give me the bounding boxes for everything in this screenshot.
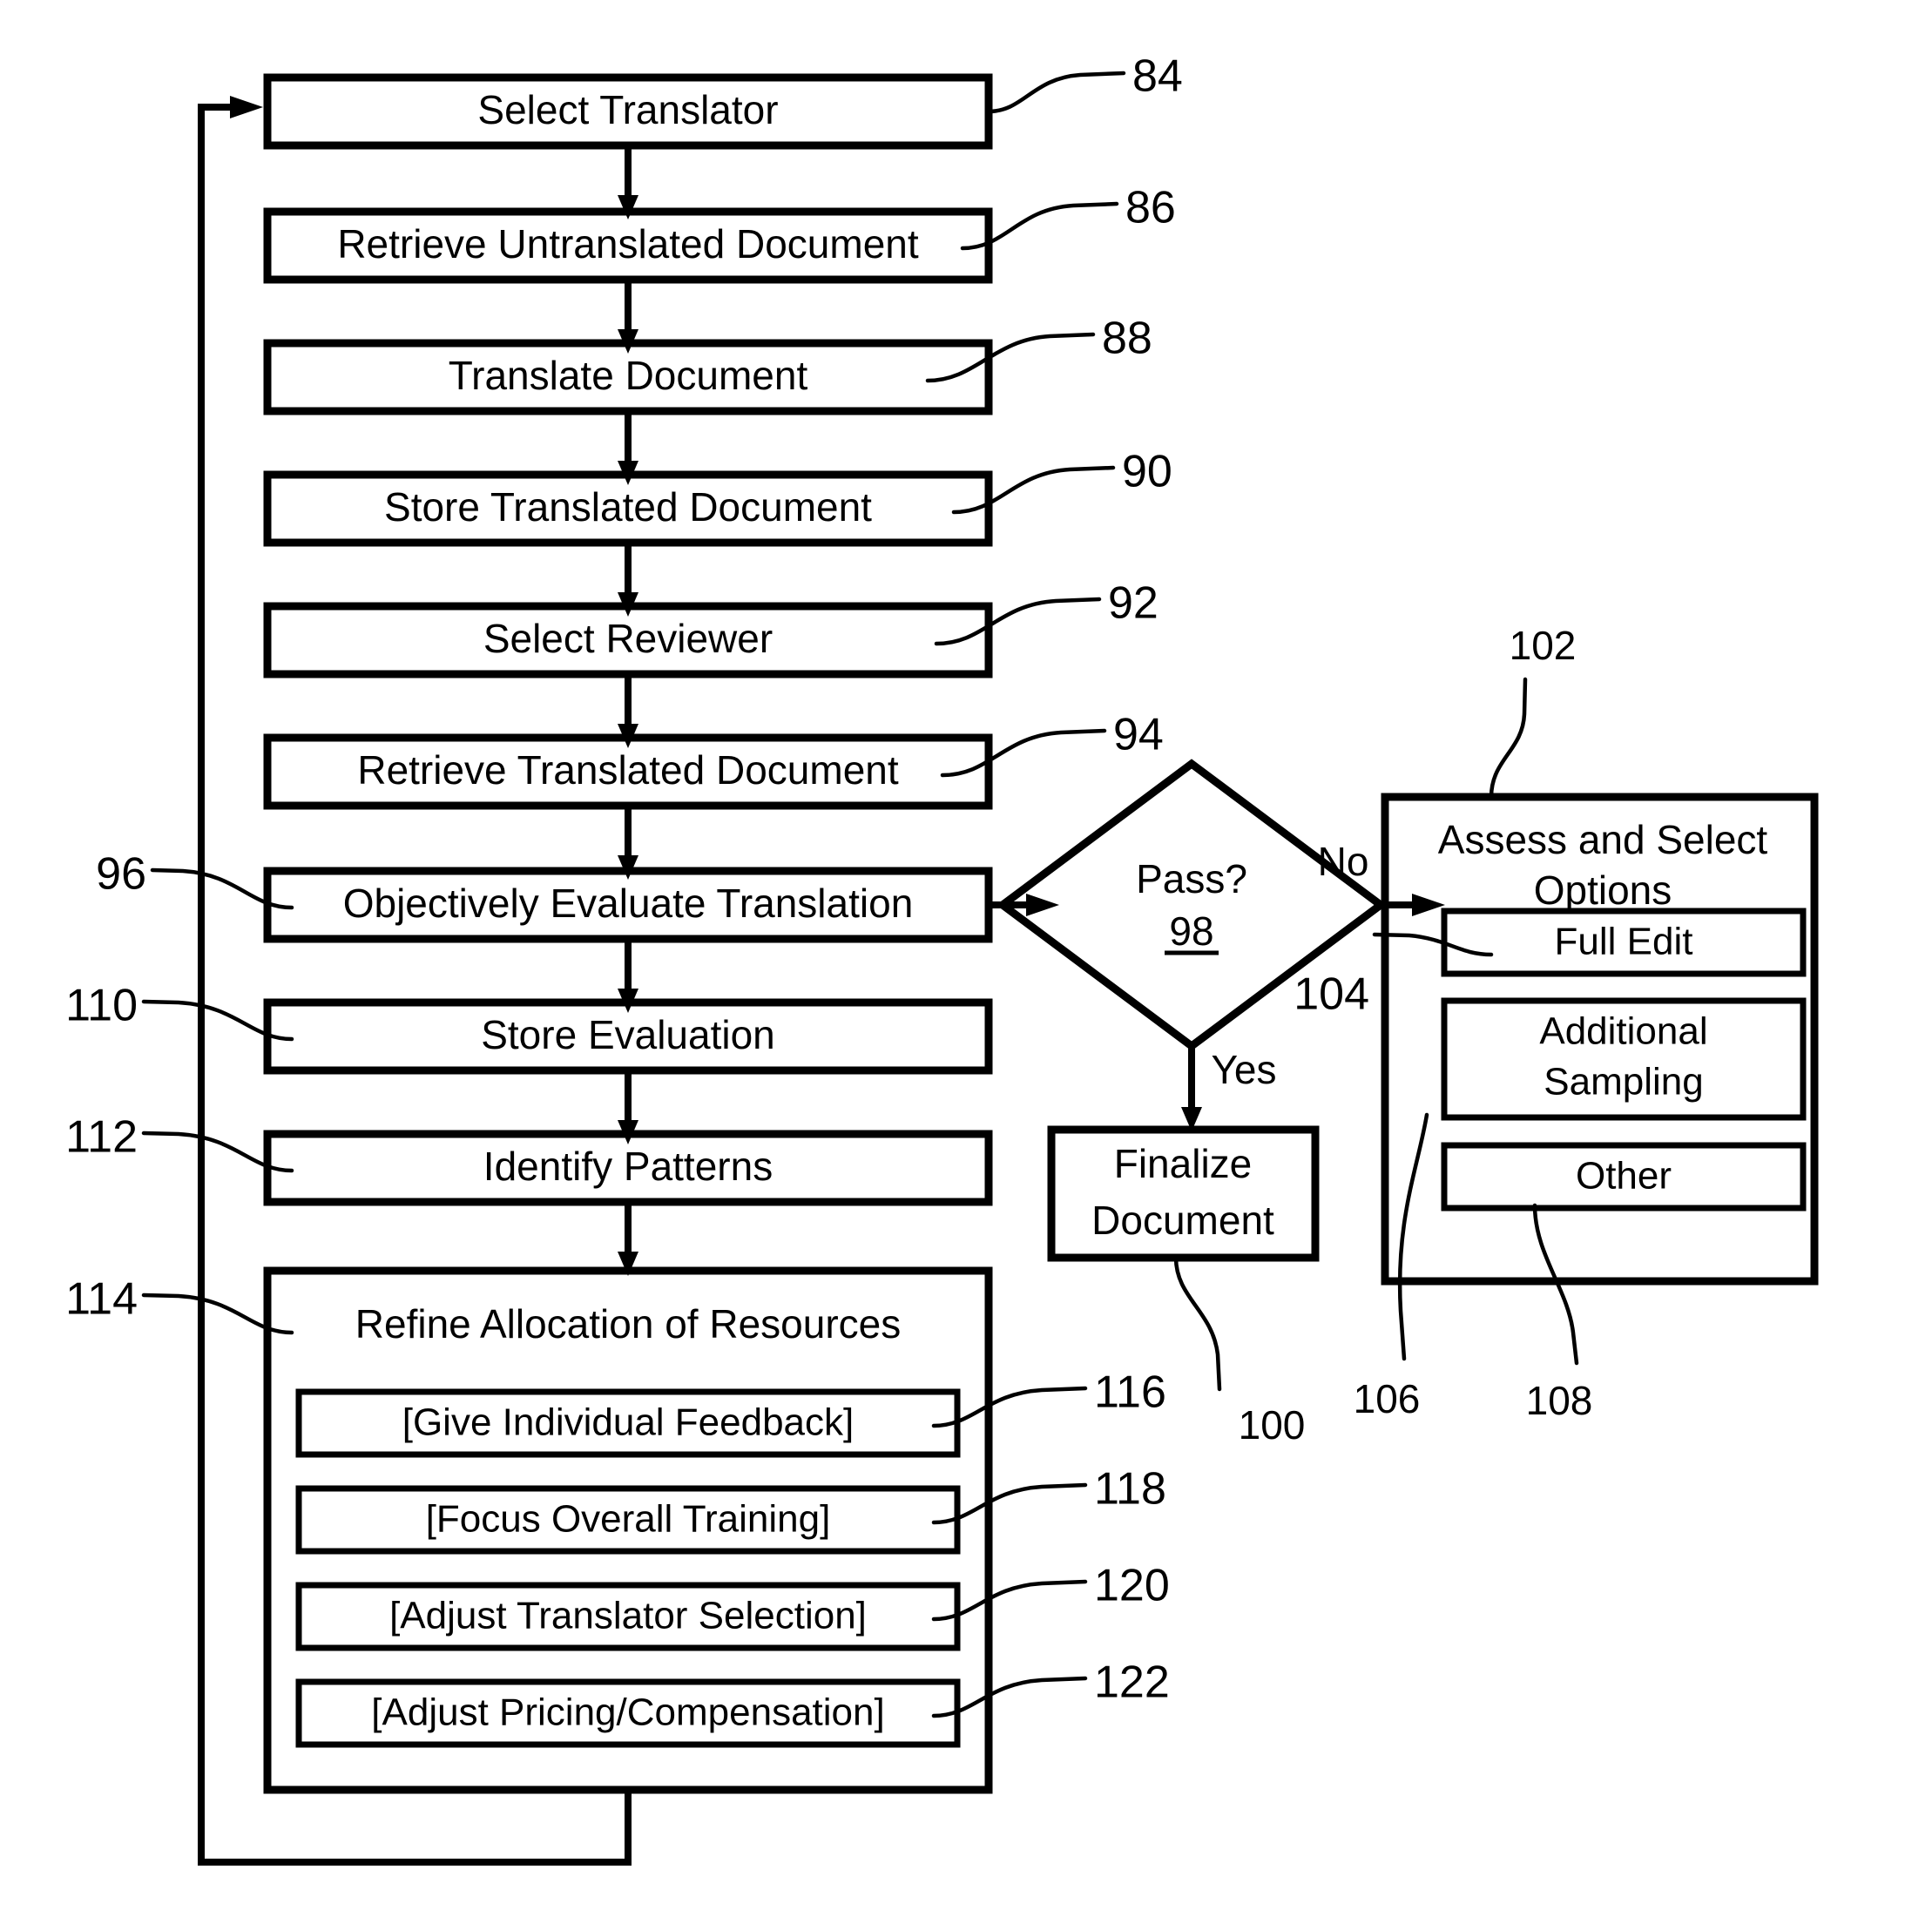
step-label-identify-patterns: Identify Patterns	[483, 1144, 773, 1189]
step-label-select-translator: Select Translator	[477, 87, 778, 132]
decision-no-label: No	[1318, 839, 1369, 884]
ref-number-90: 90	[1122, 447, 1172, 497]
leader-line-106	[1397, 1112, 1429, 1361]
leader-line-100	[1173, 1255, 1222, 1392]
ref-number-120: 120	[1094, 1561, 1170, 1611]
feedback-loop-arrowhead	[230, 96, 263, 118]
finalize-label-line2: Document	[1091, 1198, 1274, 1243]
refine-action-label-adjust-translator: [Adjust Translator Selection]	[389, 1595, 867, 1637]
leader-line-84	[986, 71, 1126, 114]
step-box-select-reviewer[interactable]: Select Reviewer	[263, 602, 993, 678]
ref-number-112: 112	[65, 1112, 138, 1163]
assess-select-options-container[interactable]: Assess and Select Options Full Edit Addi…	[1381, 793, 1819, 1286]
ref-number-100: 100	[1239, 1402, 1306, 1448]
step-box-retrieve-translated[interactable]: Retrieve Translated Document	[263, 733, 993, 810]
decision-ref-98: 98	[1169, 908, 1213, 954]
flowchart-svg: Select Translator Retrieve Untranslated …	[65, 51, 1819, 1866]
ref-number-94: 94	[1113, 710, 1164, 760]
assess-option-other[interactable]: Other	[1441, 1142, 1807, 1212]
arrowhead-no-branch	[1412, 894, 1445, 916]
step-label-objectively-evaluate: Objectively Evaluate Translation	[343, 881, 914, 926]
step-box-select-translator[interactable]: Select Translator	[263, 73, 993, 150]
flowchart-page: Select Translator Retrieve Untranslated …	[0, 0, 1932, 1917]
refine-action-label-adjust-pricing: [Adjust Pricing/Compensation]	[371, 1691, 884, 1734]
ref-number-88: 88	[1102, 314, 1152, 364]
refine-action-adjust-pricing[interactable]: [Adjust Pricing/Compensation]	[295, 1678, 961, 1748]
refine-allocation-container[interactable]: Refine Allocation of Resources [Give Ind…	[263, 1266, 993, 1794]
assess-option-additional-sampling[interactable]: Additional Sampling	[1441, 997, 1807, 1121]
decision-yes-label: Yes	[1211, 1047, 1276, 1092]
assess-option-full-edit[interactable]: Full Edit	[1441, 908, 1807, 977]
ref-number-114: 114	[65, 1274, 138, 1325]
leader-line-104	[1372, 932, 1494, 957]
assess-option-label-additional: Additional	[1539, 1010, 1707, 1053]
ref-number-92: 92	[1108, 578, 1159, 629]
assess-title-line2: Options	[1534, 867, 1672, 913]
ref-number-122: 122	[1094, 1657, 1170, 1708]
assess-option-label-full-edit: Full Edit	[1555, 921, 1693, 963]
refine-action-adjust-translator[interactable]: [Adjust Translator Selection]	[295, 1582, 961, 1651]
assess-option-label-other: Other	[1576, 1155, 1672, 1198]
decision-label-pass: Pass?	[1136, 856, 1247, 901]
ref-number-110: 110	[65, 981, 138, 1031]
ref-number-116: 116	[1094, 1367, 1166, 1418]
step-label-retrieve-translated: Retrieve Translated Document	[357, 747, 899, 793]
step-label-retrieve-untranslated: Retrieve Untranslated Document	[337, 221, 919, 267]
ref-number-118: 118	[1094, 1464, 1166, 1515]
refine-action-label-give-feedback: [Give Individual Feedback]	[402, 1401, 855, 1444]
step-box-store-evaluation[interactable]: Store Evaluation	[263, 998, 993, 1075]
refine-allocation-title: Refine Allocation of Resources	[355, 1301, 901, 1347]
ref-number-104: 104	[1294, 969, 1369, 1020]
ref-number-84: 84	[1132, 51, 1183, 102]
refine-action-give-feedback[interactable]: [Give Individual Feedback]	[295, 1388, 961, 1458]
assess-option-label-sampling: Sampling	[1544, 1061, 1703, 1104]
leader-line-102	[1489, 677, 1528, 800]
step-box-store-translated[interactable]: Store Translated Document	[263, 470, 993, 547]
ref-number-86: 86	[1125, 183, 1176, 233]
step-box-objectively-evaluate[interactable]: Objectively Evaluate Translation	[263, 867, 993, 943]
ref-number-102: 102	[1510, 623, 1577, 668]
arrowhead-84-86	[618, 195, 638, 219]
refine-action-focus-training[interactable]: [Focus Overall Training]	[295, 1485, 961, 1555]
assess-title-line1: Assess and Select	[1438, 817, 1768, 862]
ref-number-106: 106	[1354, 1376, 1421, 1421]
ref-number-96: 96	[96, 849, 146, 900]
step-label-store-translated: Store Translated Document	[384, 484, 872, 530]
step-label-store-evaluation: Store Evaluation	[481, 1012, 775, 1057]
finalize-label-line1: Finalize	[1114, 1141, 1253, 1186]
step-box-translate-document[interactable]: Translate Document	[263, 339, 993, 415]
ref-number-108: 108	[1526, 1378, 1593, 1423]
finalize-document-box[interactable]: Finalize Document	[1047, 1125, 1320, 1262]
arrowhead-96-decision	[1026, 894, 1059, 916]
refine-action-label-focus-training: [Focus Overall Training]	[426, 1498, 831, 1541]
step-box-identify-patterns[interactable]: Identify Patterns	[263, 1130, 993, 1206]
step-label-select-reviewer: Select Reviewer	[483, 616, 773, 661]
step-label-translate-document: Translate Document	[449, 353, 808, 398]
step-box-retrieve-untranslated[interactable]: Retrieve Untranslated Document	[263, 207, 993, 284]
